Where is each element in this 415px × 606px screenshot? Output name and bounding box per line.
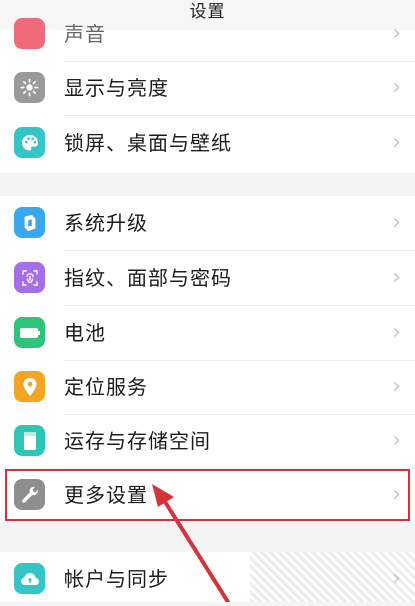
settings-item-ram-storage[interactable]: 运存与存储空间 › (0, 414, 415, 468)
settings-item-sound[interactable]: 声音 › (0, 7, 415, 61)
settings-item-fingerprint-face-password[interactable]: 指纹、面部与密码 › (0, 251, 415, 305)
chevron-right-icon: › (392, 21, 401, 46)
watermark-pattern (250, 552, 415, 602)
chevron-right-icon: › (392, 265, 401, 290)
settings-item-label: 运存与存储空间 (64, 429, 211, 453)
settings-item-label: 电池 (64, 321, 106, 345)
chevron-right-icon: › (392, 320, 401, 345)
settings-item-label: 指纹、面部与密码 (64, 266, 232, 290)
cloud-sync-icon (14, 563, 45, 594)
settings-item-location-service[interactable]: 定位服务 › (0, 360, 415, 414)
system-update-icon (14, 207, 45, 238)
settings-item-battery[interactable]: 电池 › (0, 306, 415, 360)
settings-item-system-update[interactable]: 系统升级 › (0, 196, 415, 250)
chevron-right-icon: › (392, 75, 401, 100)
chevron-right-icon: › (392, 210, 401, 235)
settings-item-display-brightness[interactable]: 显示与亮度 › (0, 61, 415, 115)
location-icon (14, 371, 45, 402)
palette-icon (14, 127, 45, 158)
settings-item-label: 声音 (64, 22, 106, 46)
sound-icon (14, 18, 45, 49)
settings-item-label: 帐户与同步 (64, 567, 169, 591)
chevron-right-icon: › (392, 130, 401, 155)
chevron-right-icon: › (392, 374, 401, 399)
battery-icon (14, 317, 45, 348)
fingerprint-icon (14, 262, 45, 293)
settings-item-label: 显示与亮度 (64, 76, 169, 100)
settings-group-display: 声音 › 显示与亮度 › 锁屏、桌面与壁纸 › (0, 18, 415, 173)
brightness-icon (14, 72, 45, 103)
settings-item-lockscreen-wallpaper[interactable]: 锁屏、桌面与壁纸 › (0, 116, 415, 170)
chevron-right-icon: › (392, 428, 401, 453)
settings-item-label: 锁屏、桌面与壁纸 (64, 131, 232, 155)
storage-icon (14, 425, 45, 456)
settings-item-label: 系统升级 (64, 211, 148, 235)
settings-item-label: 定位服务 (64, 375, 148, 399)
highlight-box (5, 469, 410, 521)
